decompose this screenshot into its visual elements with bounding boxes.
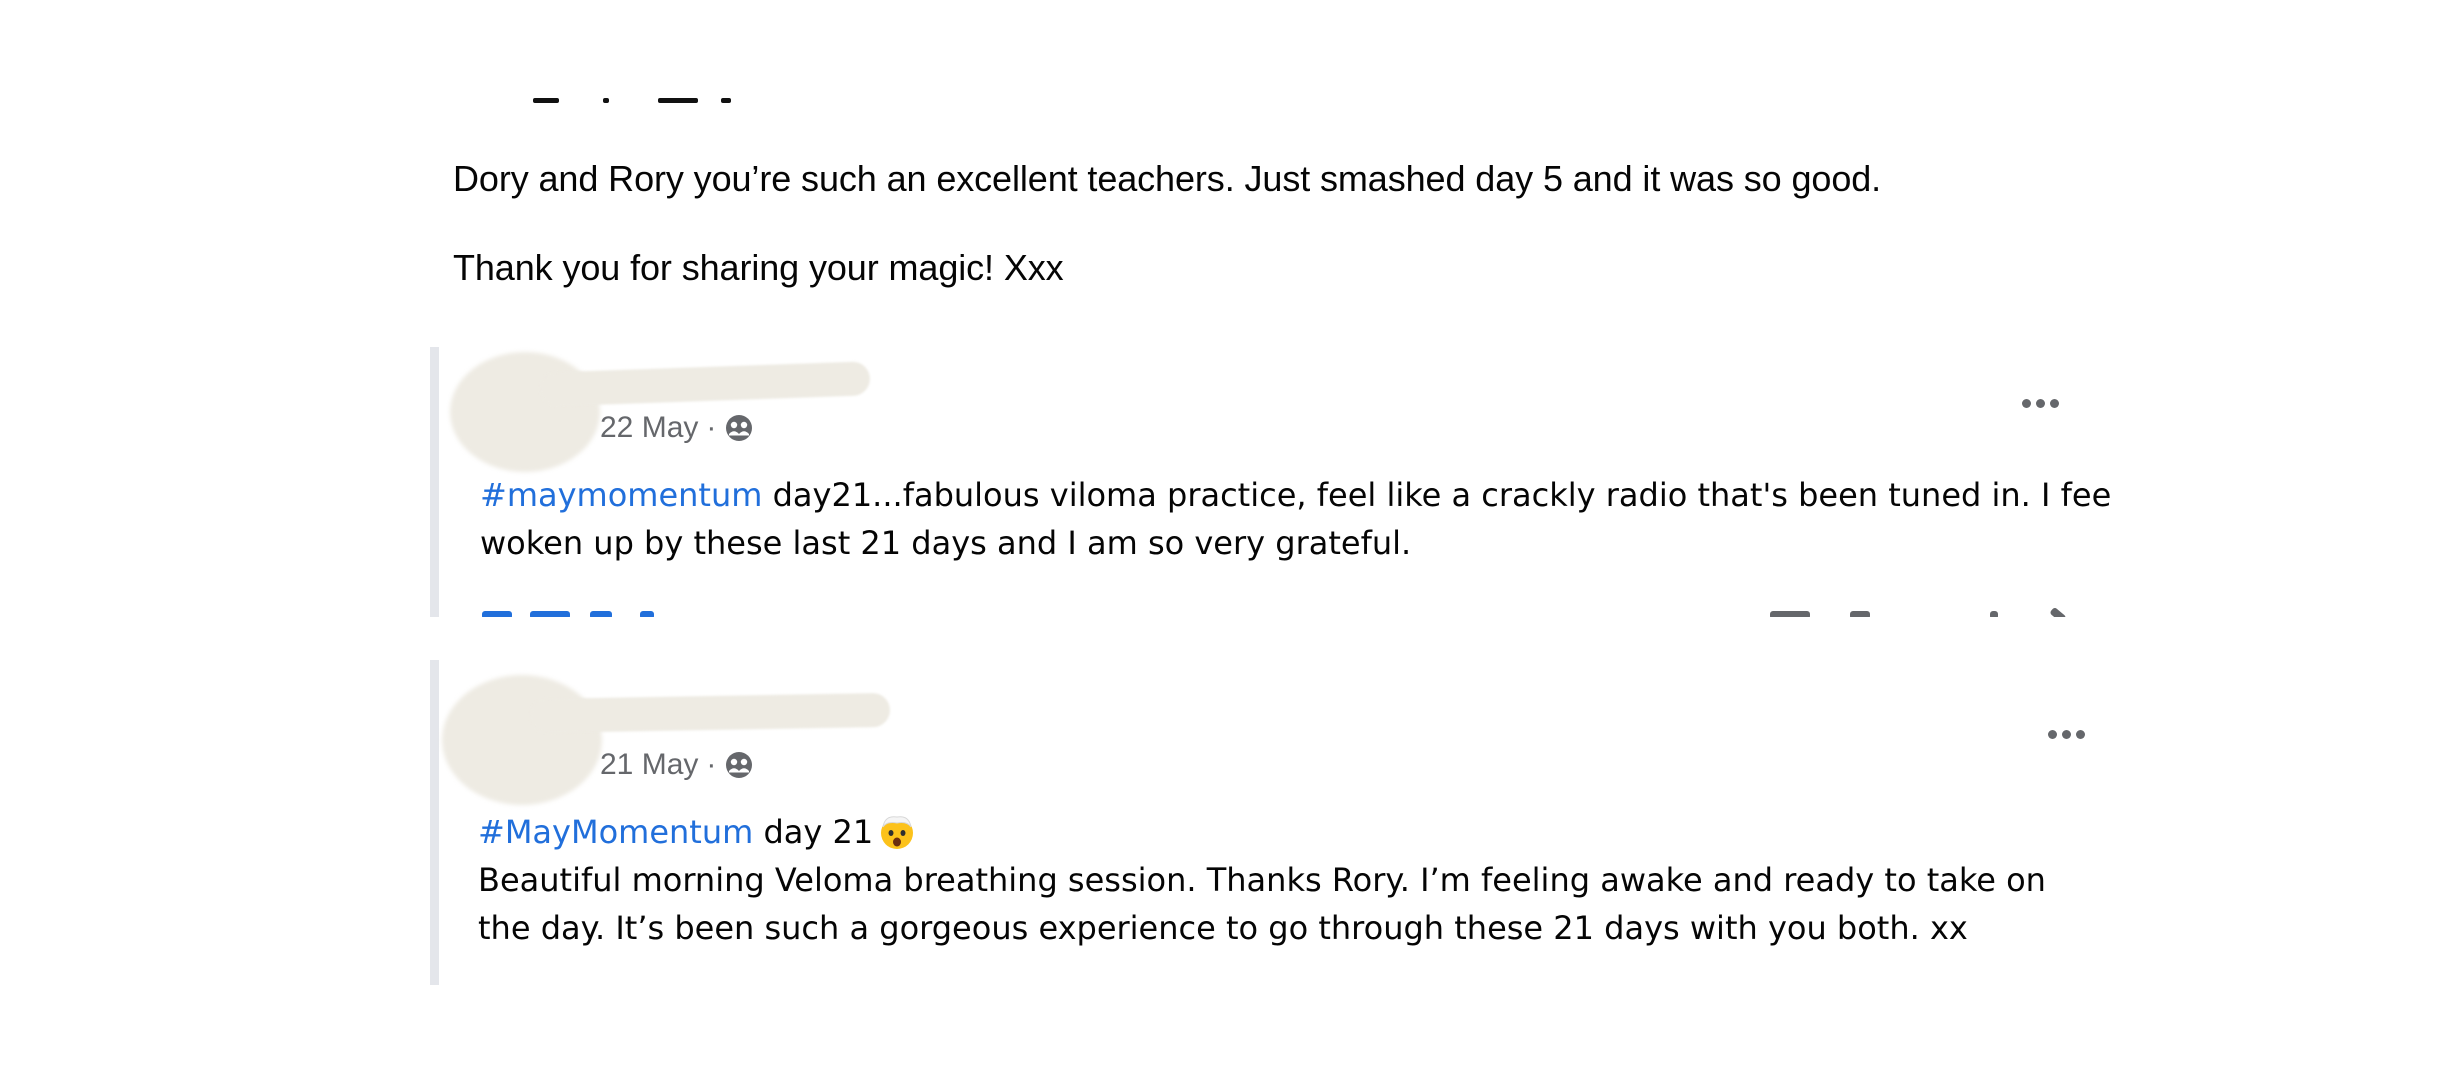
redacted-avatar — [450, 352, 600, 472]
post-title-text: day 21 — [753, 813, 874, 851]
comment-text-line-2: Thank you for sharing your magic! Xxx — [453, 247, 1064, 288]
post-text: day21...fabulous viloma practice, feel l… — [762, 476, 2110, 514]
redacted-author-name — [539, 361, 871, 407]
post-text-line-1: Beautiful morning Veloma breathing sessi… — [478, 861, 2046, 899]
post-meta: 21 May · — [600, 748, 754, 782]
redacted-avatar — [442, 675, 602, 805]
post-date[interactable]: 22 May — [600, 411, 698, 445]
comment-text-line-1: Dory and Rory you’re such an excellent t… — [453, 158, 1882, 199]
meta-separator: · — [706, 411, 717, 444]
friends-icon — [726, 415, 753, 441]
hashtag-link[interactable]: #maymomentum — [480, 476, 762, 514]
more-options-button[interactable] — [2036, 714, 2096, 754]
post-body: #MayMomentum day 21 Beautiful morning Ve… — [478, 808, 2046, 952]
post-text-line-2: woken up by these last 21 days and I am … — [480, 524, 1412, 562]
cropped-text-fragment — [453, 88, 813, 110]
post-card: 21 May · #MayMomentum day 21 Beautiful m… — [430, 660, 2110, 985]
cropped-reaction-row — [430, 599, 2110, 617]
quote-bar — [430, 347, 439, 617]
post-card: 22 May · #maymomentum day21...fabulous v… — [430, 347, 2110, 617]
hashtag-link[interactable]: #MayMomentum — [478, 813, 753, 851]
redacted-author-name — [529, 692, 891, 734]
post-body: #maymomentum day21...fabulous viloma pra… — [480, 471, 2110, 567]
post-text-line-2: the day. It’s been such a gorgeous exper… — [478, 909, 1968, 947]
exploding-head-emoji-icon — [881, 816, 914, 849]
friends-icon — [726, 752, 753, 778]
quote-bar — [430, 660, 439, 985]
meta-separator: · — [706, 748, 717, 781]
post-date[interactable]: 21 May — [600, 748, 698, 782]
more-options-button[interactable] — [2010, 383, 2070, 423]
post-meta: 22 May · — [600, 411, 754, 445]
